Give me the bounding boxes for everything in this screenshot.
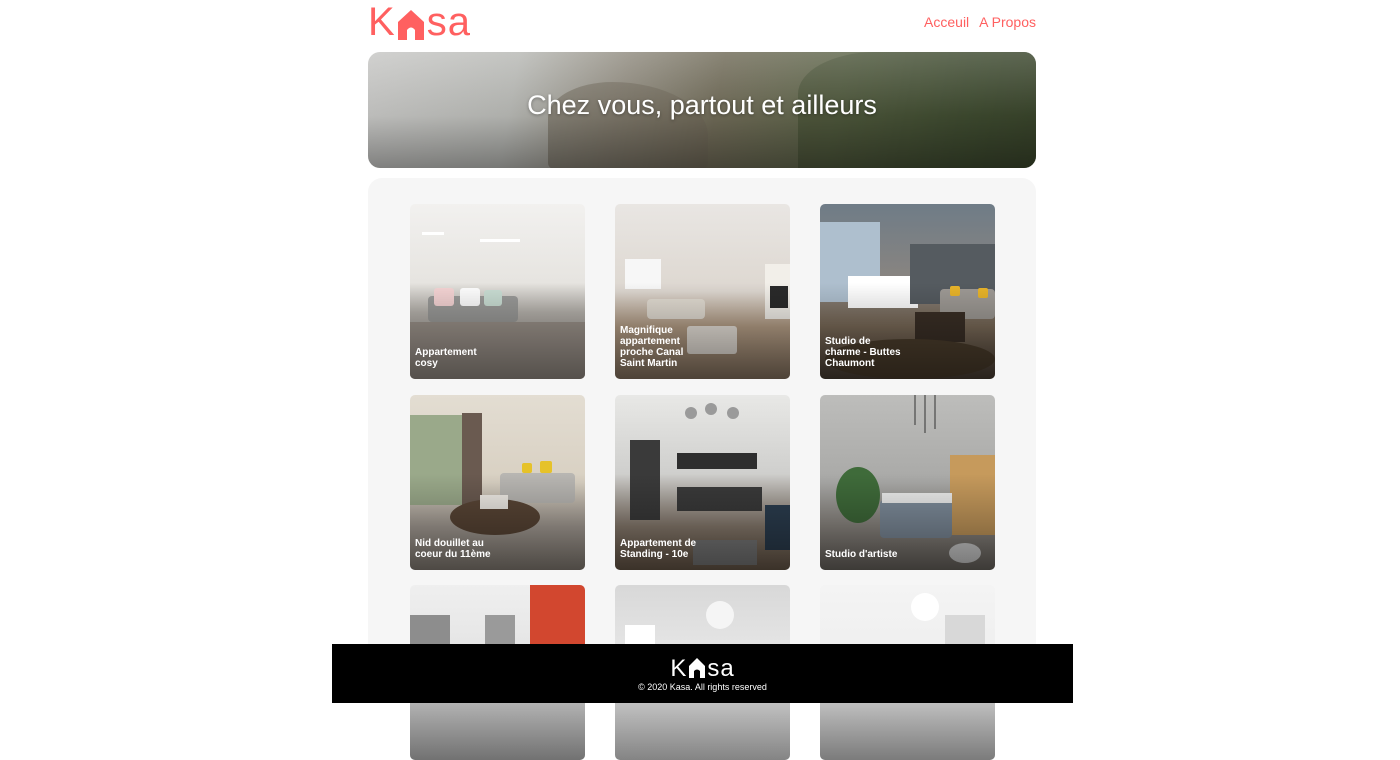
listing-card[interactable]: Magnifique appartement proche Canal Sain… [615,204,790,379]
footer-logo: K sa [332,654,1073,683]
footer-logo-letter-k: K [670,655,688,682]
listing-card[interactable]: Nid douillet au coeur du 11ème [410,395,585,570]
main-nav: Acceuil A Propos [924,14,1036,30]
card-title: Appartement cosy [415,347,477,369]
listing-card[interactable]: Appartement de Standing - 10e [615,395,790,570]
footer: K sa © 2020 Kasa. All rights reserved [332,644,1073,703]
card-title: Nid douillet au coeur du 11ème [415,538,491,560]
nav-link-about[interactable]: A Propos [979,14,1036,30]
footer-logo-letters-sa: sa [707,655,735,682]
banner-title: Chez vous, partout et ailleurs [527,90,877,120]
card-shade [820,395,995,570]
house-icon [397,7,425,41]
card-title: Studio d'artiste [825,549,898,560]
listing-card[interactable]: Studio de charme - Buttes Chaumont [820,204,995,379]
kasa-logo[interactable]: K sa [368,0,471,44]
listing-card[interactable]: Appartement cosy [410,204,585,379]
listing-card[interactable]: Studio d'artiste [820,395,995,570]
copyright-text: © 2020 Kasa. All rights reserved [638,682,767,692]
card-title: Appartement de Standing - 10e [620,538,697,560]
hero-banner: Chez vous, partout et ailleurs [368,52,1036,168]
nav-link-home[interactable]: Acceuil [924,14,969,30]
logo-letters-sa: sa [426,0,471,44]
card-title: Magnifique appartement proche Canal Sain… [620,325,684,369]
listing-gallery: Appartement cosy Magnifique appartement … [368,178,1036,760]
card-title: Studio de charme - Buttes Chaumont [825,336,901,369]
header: K sa Acceuil A Propos [368,0,1036,50]
logo-letter-k: K [368,0,396,44]
house-icon [688,657,706,679]
